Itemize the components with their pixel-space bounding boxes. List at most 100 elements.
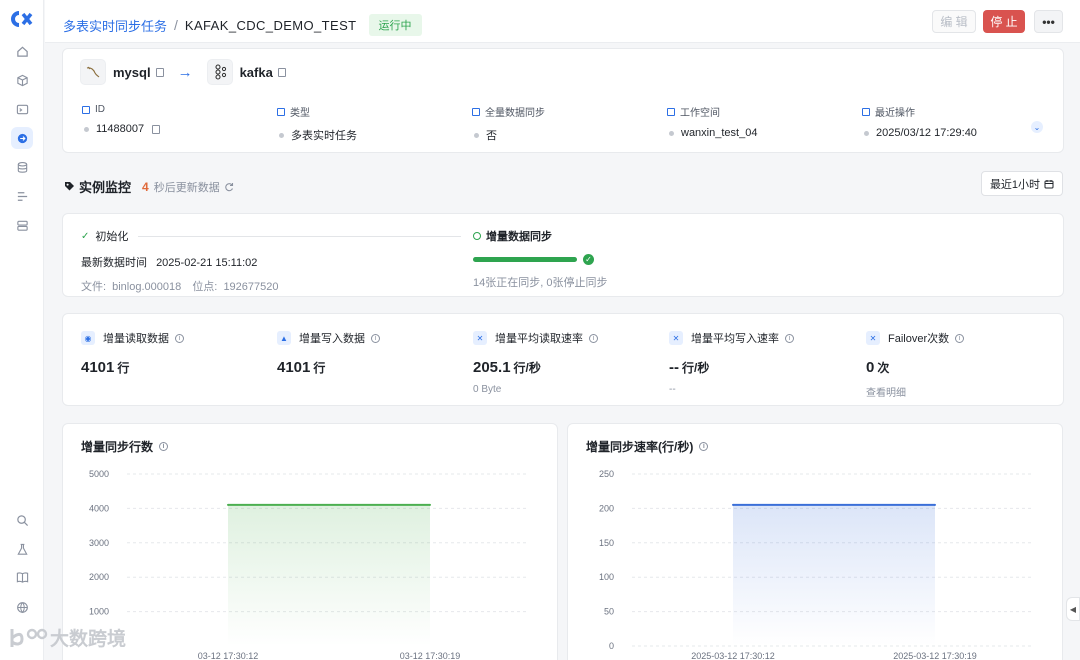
metric-value: 0	[866, 359, 875, 376]
meta-value: 多表实时任务	[291, 130, 357, 142]
metric-sub: --	[669, 384, 676, 395]
metric-unit: 行	[313, 361, 326, 375]
watermark-text: 大数跨境	[50, 629, 127, 650]
stage-dot-icon	[473, 232, 481, 240]
status-badge: 运行中	[368, 14, 422, 36]
database-icon[interactable]	[12, 157, 32, 177]
watermark-logo-icon	[10, 628, 48, 647]
info-icon[interactable]: i	[371, 333, 380, 343]
rows-chart: 1000 2000 3000 4000 5000 03-12 17:30:12 03-12 …	[89, 469, 529, 660]
status-dot	[474, 132, 479, 138]
metric-value: --	[669, 359, 679, 376]
meta-label: ID	[95, 104, 105, 115]
collapse-handle-icon[interactable]: ◀	[1066, 597, 1080, 621]
metric-label: 增量平均写入速率	[691, 333, 779, 345]
speed-icon: ✕	[473, 331, 487, 345]
monitor-title: 实例监控	[79, 180, 132, 195]
metric-unit: 行/秒	[682, 361, 710, 375]
meta-type: 类型 多表实时任务	[277, 104, 357, 143]
cube-icon[interactable]	[12, 70, 32, 90]
globe-icon[interactable]	[12, 597, 32, 617]
x-tick-label: 03-12 17:30:19	[400, 651, 461, 660]
file-value: binlog.000018	[112, 281, 182, 293]
latest-time-label: 最新数据时间	[81, 257, 147, 269]
data-point[interactable]	[732, 503, 734, 506]
task-info-card: mysql → kafka ID 11488007 类型 多表实时任务 全量数据…	[62, 48, 1064, 153]
kafka-icon	[206, 59, 233, 85]
calendar-icon	[1044, 179, 1054, 188]
metric-unit: 行	[117, 361, 130, 375]
pos-label: 位点:	[192, 281, 218, 293]
sync-stage-card: ✓ 初始化 最新数据时间 2025-02-21 15:11:02 文件: bin…	[62, 213, 1064, 297]
y-tick-label: 250	[599, 469, 614, 479]
metric-sub: 0 Byte	[473, 384, 502, 395]
series-area	[228, 504, 430, 646]
chevron-down-icon[interactable]: ⌄	[1031, 121, 1043, 133]
search-icon[interactable]	[12, 510, 32, 530]
meta-last-op: 最近操作 2025/03/12 17:29:40	[862, 104, 977, 139]
info-icon[interactable]: i	[955, 333, 965, 343]
status-dot	[864, 130, 869, 136]
meta-id: ID 11488007	[82, 104, 161, 135]
x-tick-label: 03-12 17:30:12	[198, 651, 259, 660]
y-tick-label: 3000	[89, 538, 109, 548]
y-tick-label: 150	[599, 538, 614, 548]
stage-init-title: 初始化	[95, 231, 129, 243]
metric-unit: 次	[877, 361, 890, 375]
refresh-icon[interactable]	[224, 182, 234, 192]
stop-button[interactable]: 停 止	[983, 10, 1025, 33]
home-icon[interactable]	[12, 41, 32, 61]
info-icon[interactable]: i	[589, 333, 598, 343]
sync-progress-fill	[473, 257, 577, 262]
speed-icon: ✕	[669, 331, 683, 345]
search-doc-icon: ◉	[81, 331, 95, 345]
more-button[interactable]: •••	[1034, 10, 1063, 33]
storage-icon[interactable]	[12, 215, 32, 235]
copy-icon[interactable]	[152, 124, 161, 134]
copy-icon[interactable]	[277, 67, 286, 77]
chart-card-rate: 增量同步速率(行/秒) i 0 50 100 150 200 250 2025-03-12 1…	[567, 423, 1063, 660]
breadcrumb-separator: /	[174, 17, 178, 33]
metric-read-rate: ✕ 增量平均读取速率 i 205.1 行/秒 0 Byte	[473, 330, 598, 395]
calendar-icon	[667, 107, 675, 116]
y-tick-label: 4000	[89, 503, 109, 513]
terminal-icon[interactable]	[12, 99, 32, 119]
data-point[interactable]	[934, 503, 936, 506]
y-tick-label: 200	[599, 503, 614, 513]
top-bar: 多表实时同步任务 / KAFAK_CDC_DEMO_TEST 运行中 编 辑 停…	[45, 0, 1080, 43]
meta-label: 全量数据同步	[485, 108, 545, 119]
list-icon[interactable]	[12, 186, 32, 206]
meta-value: 11488007	[96, 123, 145, 135]
y-tick-label: 50	[604, 607, 614, 617]
watermark: 大数跨境	[8, 624, 126, 651]
time-range-button[interactable]: 最近1小时	[981, 171, 1063, 196]
rate-chart: 0 50 100 150 200 250 2025-03-12 17:30:12 2025-0…	[599, 469, 1034, 660]
meta-value: 否	[486, 130, 497, 142]
sync-progress-bar	[473, 257, 577, 262]
meta-value: 2025/03/12 17:29:40	[876, 127, 977, 139]
series-area	[733, 504, 935, 646]
app-logo[interactable]	[11, 11, 33, 27]
chart-card-rows: 增量同步行数 i 1000 2000 3000 4000 5000 03-12 17:30:…	[62, 423, 558, 660]
flask-icon[interactable]	[12, 539, 32, 559]
info-icon[interactable]: i	[785, 333, 794, 343]
metric-read-rows: ◉ 增量读取数据 i 4101 行	[81, 330, 184, 376]
view-details-link[interactable]: 查看明细	[866, 384, 964, 399]
cloud-upload-icon: ▲	[277, 331, 291, 345]
data-point[interactable]	[429, 503, 431, 506]
meta-value: wanxin_test_04	[681, 127, 758, 139]
sync-icon[interactable]	[11, 127, 33, 149]
sync-summary: 14张正在同步, 0张停止同步	[473, 277, 608, 289]
book-icon[interactable]	[12, 567, 32, 587]
metric-label: 增量平均读取速率	[495, 333, 583, 345]
edit-button[interactable]: 编 辑	[932, 10, 976, 33]
breadcrumb: 多表实时同步任务 / KAFAK_CDC_DEMO_TEST 运行中	[63, 14, 422, 36]
data-point[interactable]	[227, 503, 229, 506]
metric-write-rate: ✕ 增量平均写入速率 i -- 行/秒 --	[669, 330, 794, 395]
latest-time-value: 2025-02-21 15:11:02	[156, 257, 258, 269]
refresh-text: 秒后更新数据	[153, 181, 220, 194]
breadcrumb-parent-link[interactable]: 多表实时同步任务	[63, 16, 167, 35]
check-circle-icon: ✓	[583, 254, 594, 265]
info-icon[interactable]: i	[175, 333, 184, 343]
copy-icon[interactable]	[155, 67, 164, 77]
